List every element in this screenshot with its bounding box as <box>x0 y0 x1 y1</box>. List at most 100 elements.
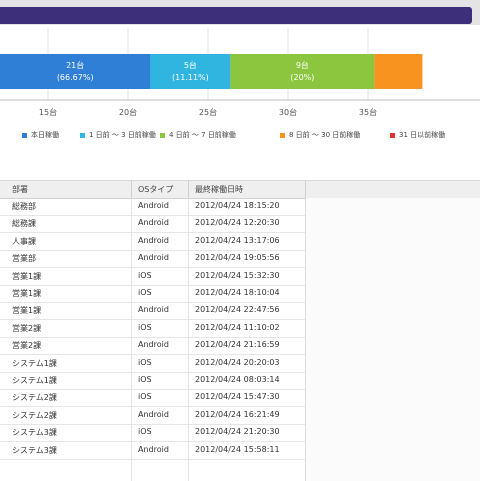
table-row[interactable]: システム1課 iOS 2012/04/24 20:20:03 <box>0 356 305 373</box>
table-row[interactable]: 営業1課 iOS 2012/04/24 15:32:30 <box>0 269 305 286</box>
cell-department: 営業1課 <box>12 306 42 316</box>
cell-last-active: 2012/04/24 21:16:59 <box>195 340 280 350</box>
x-tick-label: 20台 <box>119 107 137 117</box>
column-divider[interactable] <box>305 181 306 198</box>
column-divider[interactable] <box>188 181 189 198</box>
legend-item[interactable]: 本日稼働 <box>22 130 59 140</box>
table-row[interactable]: システム2課 Android 2012/04/24 16:21:49 <box>0 408 305 425</box>
table-row[interactable]: 総務課 Android 2012/04/24 12:20:30 <box>0 216 305 234</box>
cell-last-active: 2012/04/24 11:10:02 <box>195 322 280 332</box>
table-row[interactable]: 営業2課 iOS 2012/04/24 11:10:02 <box>0 321 305 338</box>
cell-last-active: 2012/04/24 19:05:56 <box>195 253 280 263</box>
x-tick-label: 30台 <box>279 107 297 117</box>
legend-item[interactable]: 31 日以前稼働 <box>390 130 445 140</box>
cell-os-type: Android <box>138 235 169 245</box>
legend-swatch <box>160 132 165 138</box>
cell-department: 営業1課 <box>12 271 42 281</box>
cell-department: システム3課 <box>12 445 57 455</box>
table-header: 部署 OSタイプ 最終稼働日時 <box>0 181 480 199</box>
bar-label-count: 5台 <box>184 60 197 70</box>
cell-os-type: iOS <box>138 427 152 437</box>
cell-last-active: 2012/04/24 21:20:30 <box>195 427 280 437</box>
table-row[interactable]: 営業部 Android 2012/04/24 19:05:56 <box>0 251 305 269</box>
cell-last-active: 2012/04/24 15:58:11 <box>195 444 280 454</box>
cell-os-type: iOS <box>138 288 152 297</box>
cell-os-type: iOS <box>138 392 152 402</box>
legend-swatch <box>280 132 285 138</box>
table-row[interactable]: 営業2課 Android 2012/04/24 21:16:59 <box>0 338 305 356</box>
cell-department: システム1課 <box>12 376 57 385</box>
cell-os-type: iOS <box>138 375 152 384</box>
bar-label-percent: (20%) <box>290 73 314 82</box>
stacked-bar-chart: 21台 (66.67%) 5台 (11.11%) 9台 (20%) 15台 20台 25台 30台… <box>0 28 480 117</box>
cell-os-type: iOS <box>138 357 152 367</box>
cell-last-active: 2012/04/24 22:47:56 <box>195 305 280 315</box>
bar-label-count: 9台 <box>296 60 309 70</box>
cell-last-active: 2012/04/24 16:21:49 <box>195 409 280 419</box>
x-tick-label: 15台 <box>39 107 57 117</box>
x-tick-label: 25台 <box>199 107 217 117</box>
legend-label: 1 日前 ～ 3 日前稼働 <box>89 131 156 139</box>
cell-os-type: Android <box>138 305 169 315</box>
bar-label-count: 21台 <box>66 60 84 70</box>
legend-item[interactable]: 4 日前 ～ 7 日前稼働 <box>160 130 236 140</box>
column-header-last-active[interactable]: 最終稼働日時 <box>195 184 243 195</box>
bar-segment-3 <box>230 54 375 89</box>
cell-department: 営業部 <box>12 254 36 264</box>
cell-last-active: 2012/04/24 20:20:03 <box>195 357 280 367</box>
cell-last-active: 2012/04/24 15:32:30 <box>195 270 280 280</box>
cell-last-active: 2012/04/24 18:10:04 <box>195 288 280 297</box>
title-bar-band <box>0 7 472 24</box>
title-bar <box>0 0 480 25</box>
cell-os-type: iOS <box>138 270 152 280</box>
table-row[interactable]: 人事課 Android 2012/04/24 13:17:06 <box>0 234 305 251</box>
legend-swatch <box>80 132 85 138</box>
table-row[interactable]: 営業1課 iOS 2012/04/24 18:10:04 <box>0 286 305 303</box>
cell-last-active: 2012/04/24 12:20:30 <box>195 218 280 228</box>
device-table: 部署 OSタイプ 最終稼働日時 総務部 Android 2012/04/24 18:… <box>0 180 480 481</box>
legend-swatch <box>390 132 395 138</box>
legend-item[interactable]: 1 日前 ～ 3 日前稼働 <box>80 130 156 140</box>
legend-label: 31 日以前稼働 <box>399 131 446 139</box>
cell-os-type: Android <box>138 409 169 419</box>
cell-department: システム1課 <box>12 358 57 368</box>
cell-last-active: 2012/04/24 13:17:06 <box>195 235 280 245</box>
cell-department: 人事課 <box>12 236 36 246</box>
table-row[interactable]: システム1課 iOS 2012/04/24 08:03:14 <box>0 373 305 390</box>
cell-department: システム2課 <box>12 393 57 403</box>
legend-item[interactable]: 8 日前 ～ 30 日前稼働 <box>280 130 360 140</box>
cell-department: システム2課 <box>12 410 57 420</box>
legend-swatch <box>22 132 27 138</box>
bar-segment-4 <box>374 54 423 89</box>
bar-label-percent: (66.67%) <box>57 73 94 82</box>
column-header-department[interactable]: 部署 <box>12 184 28 195</box>
table-row[interactable]: システム3課 iOS 2012/04/24 21:20:30 <box>0 425 305 443</box>
table-row[interactable]: 営業1課 Android 2012/04/24 22:47:56 <box>0 303 305 321</box>
table-row[interactable]: システム3課 Android 2012/04/24 15:58:11 <box>0 443 305 460</box>
cell-os-type: Android <box>138 253 169 263</box>
bar-label-percent: (11.11%) <box>172 73 209 82</box>
empty-detail-pane <box>305 198 480 481</box>
cell-department: 総務課 <box>12 219 36 229</box>
cell-department: 営業2課 <box>12 323 42 333</box>
table-row[interactable]: システム2課 iOS 2012/04/24 15:47:30 <box>0 390 305 408</box>
bar-segment-1 <box>0 54 151 89</box>
cell-last-active: 2012/04/24 08:03:14 <box>195 375 280 384</box>
cell-os-type: Android <box>138 444 169 454</box>
column-divider[interactable] <box>131 181 132 198</box>
cell-os-type: Android <box>138 218 169 228</box>
cell-department: 営業1課 <box>12 289 42 298</box>
column-header-os-type[interactable]: OSタイプ <box>138 184 173 195</box>
legend-label: 4 日前 ～ 7 日前稼働 <box>169 131 236 139</box>
chart-legend: 本日稼働 1 日前 ～ 3 日前稼働 4 日前 ～ 7 日前稼働 8 日前 ～ 30 … <box>0 130 480 144</box>
table-row[interactable]: 総務部 Android 2012/04/24 18:15:20 <box>0 199 305 216</box>
cell-os-type: Android <box>138 201 169 210</box>
cell-department: システム3課 <box>12 428 57 438</box>
cell-department: 総務部 <box>12 202 36 211</box>
legend-label: 本日稼働 <box>31 131 59 139</box>
cell-last-active: 2012/04/24 18:15:20 <box>195 201 280 210</box>
x-tick-label: 35台 <box>359 107 377 117</box>
cell-os-type: iOS <box>138 322 152 332</box>
cell-last-active: 2012/04/24 15:47:30 <box>195 392 280 402</box>
cell-department: 営業2課 <box>12 341 42 351</box>
